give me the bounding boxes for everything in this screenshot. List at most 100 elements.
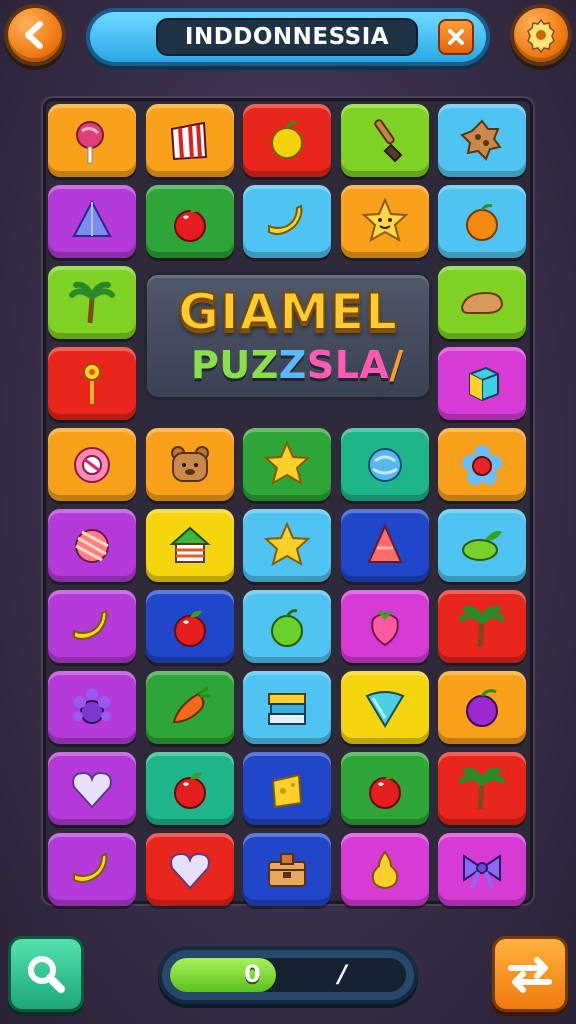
tile-r8-c1[interactable] <box>145 752 234 825</box>
logo-title: GIAMEL <box>177 282 399 342</box>
close-button[interactable] <box>438 19 474 55</box>
gear-icon <box>527 18 555 53</box>
tile-r7-c4[interactable] <box>438 671 526 744</box>
palm-tree-icon <box>459 767 505 809</box>
tile-r8-c2[interactable] <box>243 752 331 825</box>
lollipop-icon <box>76 120 104 163</box>
apple-icon <box>368 772 401 809</box>
game-logo: GIAMEL PUZZSLA/ <box>144 272 432 400</box>
tile-r5-c4[interactable] <box>438 509 526 582</box>
star-icon <box>263 520 311 566</box>
tile-r6-c2[interactable] <box>243 590 331 663</box>
tile-r0-c0[interactable] <box>48 104 136 177</box>
tile-r1-c4[interactable] <box>438 185 526 258</box>
tile-r6-c3[interactable] <box>340 590 429 663</box>
banana-icon <box>268 204 303 235</box>
flower-icon <box>462 444 502 485</box>
palm-tree-icon <box>459 605 505 647</box>
tile-r6-c0[interactable] <box>48 590 136 663</box>
orange-fruit-icon <box>466 203 498 241</box>
teddy-bear-icon <box>170 445 209 482</box>
grape-bunch-icon <box>73 687 111 724</box>
level-title-bar: INDDONNESSIA <box>86 8 490 66</box>
tile-r5-c3[interactable] <box>340 509 429 582</box>
heart-cone-icon <box>365 690 404 728</box>
cube-icon <box>469 366 499 401</box>
lemon-icon <box>271 120 303 159</box>
heart-icon <box>72 771 112 808</box>
apple-icon <box>173 205 206 242</box>
gift-box-icon <box>170 121 207 160</box>
tile-r9-c3[interactable] <box>340 833 429 906</box>
tile-r8-c3[interactable] <box>340 752 429 825</box>
puzzle-board <box>43 98 533 906</box>
tile-r1-c1[interactable] <box>145 185 234 258</box>
shuffle-button[interactable] <box>492 936 568 1012</box>
chest-icon <box>268 852 306 887</box>
tile-r3-c4[interactable] <box>438 347 526 420</box>
cheese-icon <box>271 773 303 808</box>
tile-r4-c1[interactable] <box>145 428 234 501</box>
tile-r4-c4[interactable] <box>438 428 526 501</box>
tile-r0-c3[interactable] <box>340 104 429 177</box>
magnifier-icon <box>28 956 65 993</box>
level-title: INDDONNESSIA <box>156 18 418 56</box>
tile-r6-c1[interactable] <box>145 590 234 663</box>
settings-button[interactable] <box>510 4 572 66</box>
palm-tree-icon <box>69 281 115 323</box>
tile-r0-c2[interactable] <box>243 104 331 177</box>
pear-icon <box>371 849 398 889</box>
back-arrow-icon <box>25 21 43 49</box>
cone-icon <box>366 523 403 563</box>
swap-arrows-icon <box>508 957 552 993</box>
tile-r1-c2[interactable] <box>243 185 331 258</box>
tile-r4-c2[interactable] <box>243 428 331 501</box>
bread-icon <box>460 291 504 314</box>
tile-r8-c0[interactable] <box>48 752 136 825</box>
search-button[interactable] <box>8 936 84 1012</box>
paintbrush-icon <box>373 118 402 162</box>
tile-r5-c1[interactable] <box>145 509 234 582</box>
progress-track: 0 / <box>170 958 406 992</box>
tile-r7-c2[interactable] <box>243 671 331 744</box>
tile-r7-c3[interactable] <box>340 671 429 744</box>
tile-r9-c1[interactable] <box>145 833 234 906</box>
back-button[interactable] <box>4 4 66 66</box>
tile-r0-c4[interactable] <box>438 104 526 177</box>
tile-r1-c0[interactable] <box>48 185 136 258</box>
star-icon <box>263 439 311 485</box>
tile-r2-c0[interactable] <box>48 266 136 339</box>
tile-r9-c4[interactable] <box>438 833 526 906</box>
tile-r5-c2[interactable] <box>243 509 331 582</box>
flower-stick-icon <box>83 362 101 404</box>
tile-r5-c0[interactable] <box>48 509 136 582</box>
tile-r7-c1[interactable] <box>145 671 234 744</box>
score-target: / <box>338 960 347 988</box>
tile-r9-c0[interactable] <box>48 833 136 906</box>
tile-r4-c3[interactable] <box>340 428 429 501</box>
apple-icon <box>173 610 206 647</box>
green-apple-icon <box>271 608 303 647</box>
progress-bar: 0 / <box>158 946 418 1004</box>
tile-r4-c0[interactable] <box>48 428 136 501</box>
tile-r0-c1[interactable] <box>145 104 234 177</box>
books-icon <box>268 692 306 725</box>
tile-r9-c2[interactable] <box>243 833 331 906</box>
tile-r1-c3[interactable] <box>340 185 429 258</box>
banana-icon <box>73 852 108 883</box>
tile-r8-c4[interactable] <box>438 752 526 825</box>
house-icon <box>168 526 211 563</box>
tile-r6-c4[interactable] <box>438 590 526 663</box>
tile-r3-c0[interactable] <box>48 347 136 420</box>
apple-icon <box>173 772 206 809</box>
heart-icon <box>169 852 210 889</box>
close-icon <box>448 29 464 45</box>
tile-r2-c4[interactable] <box>438 266 526 339</box>
banana-icon <box>73 609 108 640</box>
tile-r7-c0[interactable] <box>48 671 136 744</box>
plum-icon <box>466 688 498 727</box>
carrot-icon <box>172 686 210 723</box>
score-value: 0 <box>244 960 261 988</box>
triangle-gem-icon <box>72 199 112 237</box>
glass-ball-icon <box>367 447 402 482</box>
